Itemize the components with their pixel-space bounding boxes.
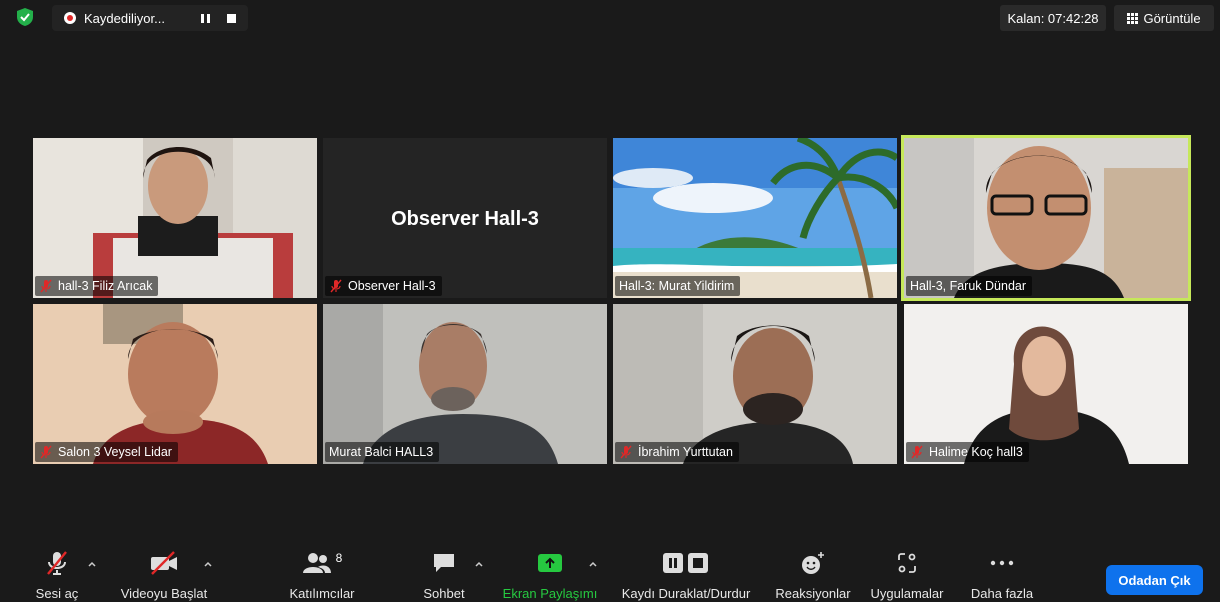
participants-button[interactable]: 8 Katılımcılar [280, 548, 364, 602]
recording-dot-icon [64, 12, 76, 24]
share-screen-arrow-up-icon [538, 554, 562, 572]
microphone-muted-icon [911, 445, 923, 459]
participant-name: Halime Koç hall3 [929, 445, 1023, 459]
security-shield-icon[interactable] [14, 6, 36, 28]
audio-options-chevron-up-icon[interactable] [86, 558, 98, 570]
microphone-muted-icon [40, 279, 52, 293]
participant-video [323, 304, 607, 464]
more-dots-icon [990, 560, 1014, 566]
video-tile[interactable]: İbrahim Yurttutan [613, 304, 897, 464]
reactions-label: Reaksiyonlar [775, 586, 851, 601]
microphone-muted-icon [620, 445, 632, 459]
pause-recording-button[interactable] [192, 8, 218, 28]
stop-recording-button[interactable] [218, 8, 244, 28]
microphone-muted-icon [40, 445, 52, 459]
participant-name: Salon 3 Veysel Lidar [58, 445, 172, 459]
share-screen-label: Ekran Paylaşımı [502, 586, 598, 601]
participants-count-badge: 8 [335, 551, 343, 565]
recording-controls-icon [663, 553, 708, 573]
unmute-label: Sesi aç [35, 586, 79, 601]
unmute-button[interactable]: Sesi aç [28, 548, 86, 602]
emoji-reaction-icon [802, 552, 824, 574]
participant-name-tag: Murat Balci HALL3 [325, 442, 440, 462]
video-options-chevron-up-icon[interactable] [202, 558, 214, 570]
pause-icon [200, 13, 210, 23]
recording-label: Kaydediliyor... [84, 10, 165, 26]
participant-video [613, 304, 897, 464]
chat-label: Sohbet [423, 586, 465, 601]
video-camera-off-icon [151, 551, 177, 575]
participant-name-tag: Salon 3 Veysel Lidar [35, 442, 178, 462]
participant-video [904, 304, 1188, 464]
reactions-button[interactable]: Reaksiyonlar [770, 548, 856, 602]
pause-stop-recording-button[interactable]: Kaydı Duraklat/Durdur [614, 548, 758, 602]
remaining-time: Kalan: 07:42:28 [1000, 5, 1106, 31]
microphone-muted-icon [330, 279, 342, 293]
more-button[interactable]: Daha fazla [964, 548, 1040, 602]
participant-name-tag: hall-3 Filiz Arıcak [35, 276, 159, 296]
video-tile[interactable]: Murat Balci HALL3 [323, 304, 607, 464]
recording-indicator: Kaydediliyor... [52, 5, 248, 31]
participant-name: Hall-3: Murat Yildirim [619, 279, 735, 293]
participant-video [33, 138, 317, 298]
participant-display-name: Observer Hall-3 [391, 208, 539, 230]
video-tile-active-speaker[interactable]: Hall-3, Faruk Dündar [901, 135, 1191, 301]
chat-bubble-icon [434, 554, 454, 572]
apps-label: Uygulamalar [870, 586, 944, 601]
participant-video-beach-background [613, 138, 897, 298]
participant-name-tag: Hall-3, Faruk Dündar [906, 276, 1033, 296]
participants-icon [302, 553, 331, 573]
chat-options-chevron-up-icon[interactable] [473, 558, 485, 570]
meeting-controls-toolbar: Sesi aç Videoyu Başlat 8 Katılımcılar So… [0, 548, 1220, 602]
start-video-label: Videoyu Başlat [120, 586, 208, 601]
participant-name-tag: Halime Koç hall3 [906, 442, 1029, 462]
share-screen-button[interactable]: Ekran Paylaşımı [500, 548, 600, 602]
participant-name: Murat Balci HALL3 [329, 445, 434, 459]
grid-view-icon [1127, 12, 1139, 24]
participant-name: hall-3 Filiz Arıcak [58, 279, 153, 293]
leave-room-button[interactable]: Odadan Çık [1106, 565, 1203, 595]
participant-name: Hall-3, Faruk Dündar [910, 279, 1027, 293]
participant-video [33, 304, 317, 464]
video-tile[interactable]: hall-3 Filiz Arıcak [33, 138, 317, 298]
start-video-button[interactable]: Videoyu Başlat [112, 548, 216, 602]
more-label: Daha fazla [970, 586, 1034, 601]
view-button[interactable]: Görüntüle [1114, 5, 1214, 31]
participant-name-tag: İbrahim Yurttutan [615, 442, 739, 462]
participant-video [904, 138, 1188, 298]
chat-button[interactable]: Sohbet [416, 548, 472, 602]
apps-icon [898, 553, 916, 573]
video-tile[interactable]: Observer Hall-3 Observer Hall-3 [323, 138, 607, 298]
share-options-chevron-up-icon[interactable] [587, 558, 599, 570]
microphone-muted-icon [47, 551, 67, 575]
participant-name-tag: Observer Hall-3 [325, 276, 442, 296]
pause-stop-recording-label: Kaydı Duraklat/Durdur [621, 586, 751, 601]
participants-label: Katılımcılar [289, 586, 355, 601]
video-tile[interactable]: Salon 3 Veysel Lidar [33, 304, 317, 464]
participant-name-tag: Hall-3: Murat Yildirim [615, 276, 741, 296]
view-button-label: Görüntüle [1143, 10, 1201, 26]
video-tile[interactable]: Halime Koç hall3 [904, 304, 1188, 464]
video-tile[interactable]: Hall-3: Murat Yildirim [613, 138, 897, 298]
participant-name: İbrahim Yurttutan [638, 445, 733, 459]
participant-name: Observer Hall-3 [348, 279, 436, 293]
stop-icon [226, 13, 236, 23]
meeting-top-bar: Kaydediliyor... Kalan: 07:42:28 Görüntül… [0, 0, 1220, 36]
apps-button[interactable]: Uygulamalar [864, 548, 950, 602]
